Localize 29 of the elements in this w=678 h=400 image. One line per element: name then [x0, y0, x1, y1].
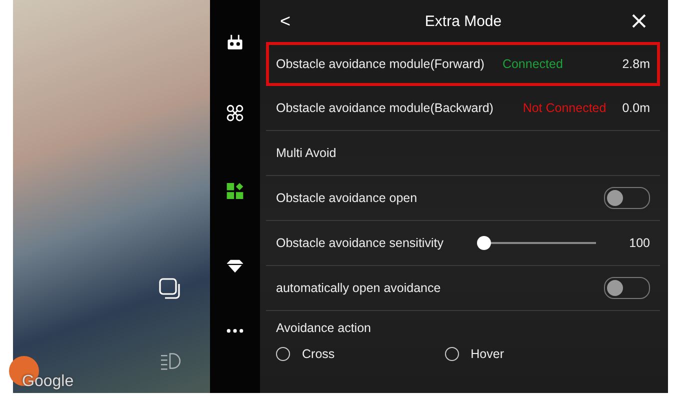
remote-controller-icon[interactable] — [226, 34, 244, 50]
slider-thumb[interactable] — [477, 236, 491, 250]
connection-status: Not Connected — [522, 101, 608, 115]
back-button[interactable]: < — [276, 10, 295, 32]
setting-label: Obstacle avoidance sensitivity — [276, 236, 444, 250]
section-heading: Multi Avoid — [276, 146, 338, 160]
grid-icon[interactable] — [226, 182, 244, 199]
radio-button[interactable] — [276, 347, 290, 361]
slider-value: 100 — [628, 236, 650, 250]
radio-button[interactable] — [444, 347, 459, 361]
setting-label: Obstacle avoidance open — [276, 191, 418, 205]
toggle-switch[interactable] — [604, 187, 650, 209]
setting-label: Avoidance action — [276, 321, 371, 335]
close-icon[interactable] — [632, 14, 646, 28]
drone-icon[interactable] — [225, 104, 245, 122]
radio-label: Hover — [470, 347, 504, 361]
module-label: Obstacle avoidance module(Forward) — [276, 57, 484, 71]
distance-value: 0.0m — [622, 101, 650, 115]
radio-label: Cross — [302, 347, 335, 361]
panel-title: Extra Mode — [424, 12, 502, 30]
toggle-switch[interactable] — [604, 277, 650, 299]
more-icon[interactable] — [226, 329, 244, 333]
distance-value: 2.8m — [622, 57, 650, 71]
module-label: Obstacle avoidance module(Backward) — [276, 101, 494, 115]
layers-icon[interactable] — [159, 278, 183, 300]
connection-status: Connected — [502, 57, 564, 71]
diamond-icon[interactable] — [225, 258, 245, 274]
setting-label: automatically open avoidance — [276, 281, 442, 295]
light-icon[interactable] — [159, 352, 181, 370]
